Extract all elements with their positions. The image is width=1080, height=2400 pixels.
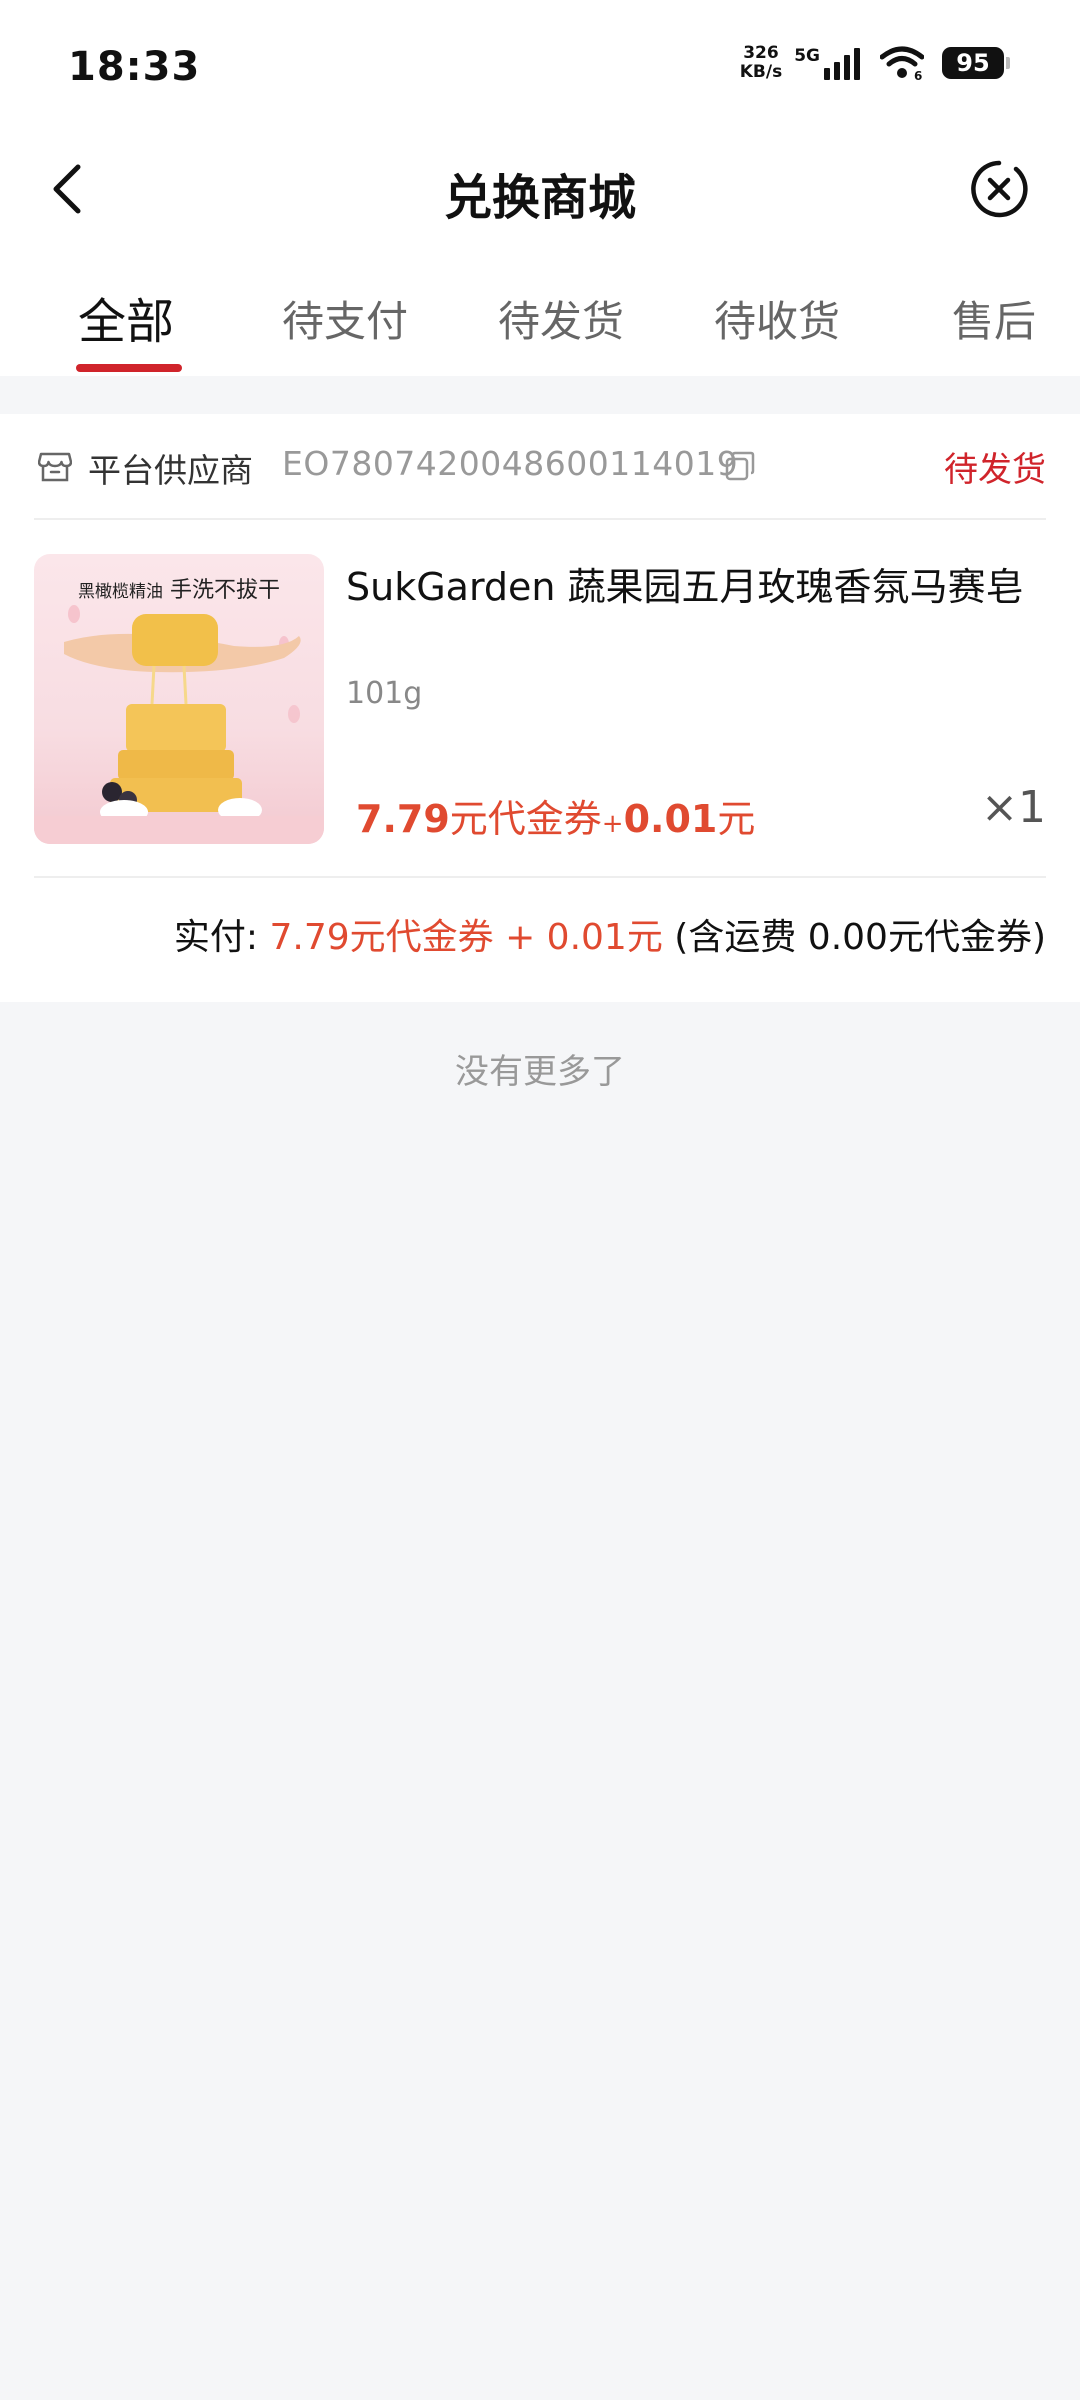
battery-level: 95 — [942, 47, 1004, 79]
divider — [34, 518, 1046, 520]
wifi-icon: 6 — [880, 45, 924, 81]
price-voucher-value: 7.79 — [356, 797, 450, 841]
store-row: 平台供应商 EO7807420048600114019 待发货 — [0, 414, 1080, 518]
order-status: 待发货 — [944, 450, 1046, 490]
shipping-note: (含运费 0.00元代金券) — [674, 917, 1046, 958]
product-spec: 101g — [346, 676, 423, 711]
tab-pending-receipt[interactable]: 待收货 — [714, 288, 840, 349]
paid-label: 实付: — [173, 917, 259, 958]
close-circle-icon — [971, 160, 1028, 218]
product-quantity: ×1 — [981, 782, 1046, 833]
no-more-text: 没有更多了 — [455, 1052, 625, 1092]
page-title: 兑换商城 — [443, 170, 636, 226]
wifi-sub-label: 6 — [914, 69, 922, 81]
tab-after-sales[interactable]: 售后 — [952, 288, 1036, 349]
store-name: 平台供应商 — [88, 451, 253, 490]
soap-illustration — [34, 605, 324, 844]
tab-pending-payment[interactable]: 待支付 — [282, 288, 408, 349]
price-voucher-unit: 元代金券 — [449, 797, 602, 841]
network-speed-value: 326 — [743, 43, 779, 63]
battery-icon: 95 — [942, 47, 1010, 79]
network-speed-unit: KB/s — [739, 62, 783, 82]
signal-icon — [824, 46, 864, 80]
product-price: 7.79元代金券+0.01元 — [356, 788, 755, 843]
store-icon — [38, 452, 72, 482]
status-bar: 18:33 326 KB/s 5G 6 95 — [0, 0, 1080, 140]
status-time: 18:33 — [68, 44, 201, 90]
price-cash-value: 0.01 — [623, 797, 718, 841]
top-area: 18:33 326 KB/s 5G 6 95 兑换商城 全部 待支付 待发货 待… — [0, 0, 1080, 376]
order-card[interactable]: 平台供应商 EO7807420048600114019 待发货 黑橄榄精油 手洗… — [0, 414, 1080, 1002]
divider — [34, 876, 1046, 878]
paid-amount: 7.79元代金券 + 0.01元 — [269, 917, 663, 958]
order-number: EO7807420048600114019 — [282, 444, 739, 483]
tab-all[interactable]: 全部 — [78, 282, 174, 352]
tab-pending-shipment[interactable]: 待发货 — [498, 288, 624, 349]
network-type: 5G — [794, 46, 820, 66]
price-cash-unit: 元 — [717, 797, 756, 841]
copy-icon[interactable] — [724, 450, 756, 482]
network-speed: 326 KB/s — [740, 44, 782, 82]
status-icons: 326 KB/s 5G 6 95 — [740, 44, 1010, 82]
price-plus: + — [601, 809, 624, 839]
close-button[interactable] — [968, 158, 1030, 220]
paid-summary: 实付: 7.79元代金券 + 0.01元 (含运费 0.00元代金券) — [174, 908, 1046, 960]
page-header: 兑换商城 — [0, 140, 1080, 236]
product-image[interactable]: 黑橄榄精油 手洗不拔干 — [34, 554, 324, 844]
order-tabs: 全部 待支付 待发货 待收货 售后 — [0, 236, 1080, 376]
active-tab-indicator — [76, 364, 182, 372]
product-name[interactable]: SukGarden 蔬果园五月玫瑰香氛马赛皂 — [346, 556, 1024, 611]
